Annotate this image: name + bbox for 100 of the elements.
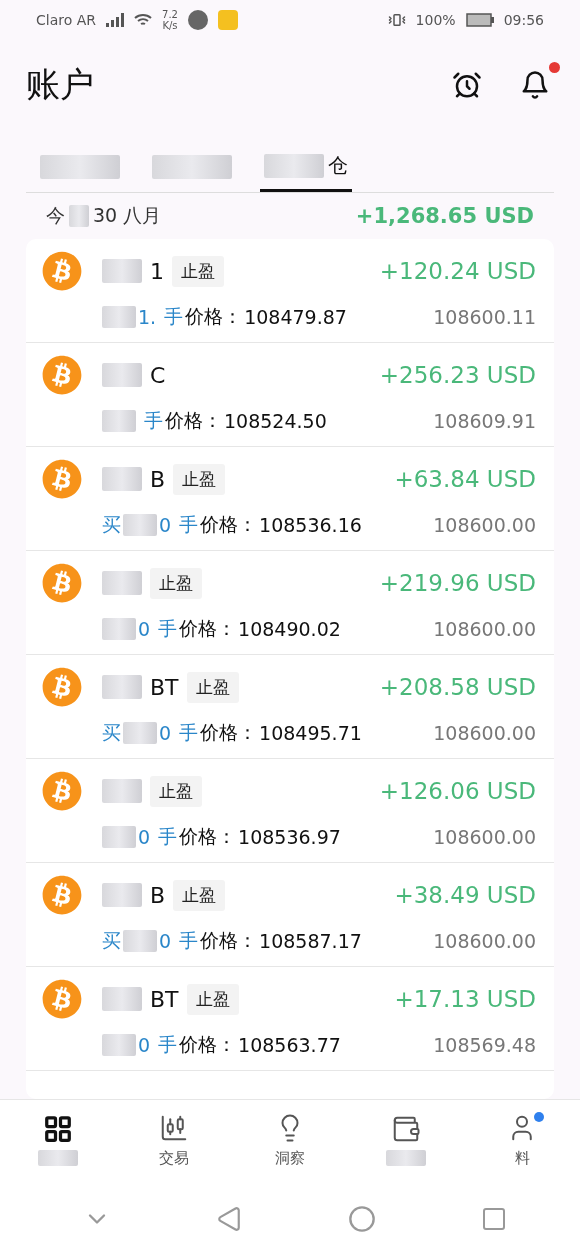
open-price: 108587.17 xyxy=(259,930,362,952)
lot-unit: 手 xyxy=(158,824,178,849)
pixelated-blur xyxy=(102,571,142,595)
pixelated-blur xyxy=(123,722,157,744)
open-price: 108563.77 xyxy=(238,1034,341,1056)
lot-size: 0 xyxy=(159,722,172,744)
nav-tab[interactable]: 料 xyxy=(464,1100,580,1180)
trade-side: 买 xyxy=(102,928,121,953)
pixelated-blur xyxy=(264,153,324,178)
position-row[interactable]: BT 止盈 +208.58 USD 买 0 手价格：108495.71 108600.00 xyxy=(26,655,554,759)
symbol-name: BT xyxy=(150,986,179,1012)
open-price: 108495.71 xyxy=(259,722,362,744)
lot-size: 0 xyxy=(159,514,172,536)
take-profit-tag: 止盈 xyxy=(186,671,239,703)
lot-unit: 手 xyxy=(158,1032,178,1057)
current-price: 108600.00 xyxy=(433,514,536,536)
profit-amount: +208.58 USD xyxy=(379,674,536,700)
pixelated-blur xyxy=(102,618,136,640)
pixelated-blur xyxy=(102,410,136,432)
app-notification-icon xyxy=(187,10,208,30)
symbol-name: 1 xyxy=(150,258,164,284)
take-profit-tag: 止盈 xyxy=(150,567,202,599)
lot-unit: 手 xyxy=(179,512,199,537)
date-label: 今 xyxy=(46,203,65,228)
symbol-name: C xyxy=(150,362,166,388)
network-speed: 7.2 K/s xyxy=(162,9,178,31)
date-label: 30 八月 xyxy=(93,203,162,228)
lot-unit: 手 xyxy=(179,720,199,745)
price-label: 价格： xyxy=(200,928,258,953)
position-row[interactable]: B 止盈 +38.49 USD 买 0 手价格：108587.17 108600.00 xyxy=(26,863,554,967)
pixelated-blur xyxy=(123,514,157,536)
take-profit-tag: 止盈 xyxy=(173,463,226,495)
mail-icon xyxy=(217,10,238,30)
pixelated-blur xyxy=(102,306,136,328)
position-row[interactable]: B 止盈 +63.84 USD 买 0 手价格：108536.16 108600.00 xyxy=(26,447,554,551)
signal-icon xyxy=(106,13,124,27)
lot-unit: 手 xyxy=(164,304,184,329)
battery-icon xyxy=(465,13,494,27)
current-price: 108600.00 xyxy=(433,930,536,952)
take-profit-tag: 止盈 xyxy=(173,879,226,911)
pixelated-blur xyxy=(102,987,142,1011)
pixelated-blur xyxy=(102,1034,136,1056)
lot-unit: 手 xyxy=(179,928,199,953)
open-price: 108490.02 xyxy=(238,618,341,640)
lot-size: 0 xyxy=(138,618,151,640)
pixelated-blur xyxy=(102,675,142,699)
price-label: 价格： xyxy=(179,1032,237,1057)
profit-amount: +219.96 USD xyxy=(379,570,536,596)
grid-icon xyxy=(43,1114,73,1144)
current-price: 108609.91 xyxy=(433,410,536,432)
nav-tab[interactable]: 洞察 xyxy=(232,1100,348,1180)
symbol-name: B xyxy=(150,466,166,492)
current-price: 108600.00 xyxy=(433,722,536,744)
current-price: 108569.48 xyxy=(433,1034,536,1056)
position-row[interactable]: 止盈 +219.96 USD 0 手价格：108490.02 108600.00 xyxy=(26,551,554,655)
page-title: 账户 xyxy=(26,63,94,106)
lot-size: 0 xyxy=(159,930,172,952)
position-row[interactable]: 1 止盈 +120.24 USD 1. 手价格：108479.87 108600.11 xyxy=(26,239,554,343)
total-profit: +1,268.65 USD xyxy=(355,204,534,228)
price-label: 价格： xyxy=(179,616,237,641)
position-row[interactable]: 止盈 +126.06 USD 0 手价格：108536.97 108600.00 xyxy=(26,759,554,863)
price-label: 价格： xyxy=(200,512,258,537)
take-profit-tag: 止盈 xyxy=(172,255,224,287)
take-profit-tag: 止盈 xyxy=(186,983,239,1015)
lot-unit: 手 xyxy=(158,616,178,641)
pixelated-blur xyxy=(102,826,136,848)
pixelated-blur xyxy=(123,930,157,952)
pixelated-blur xyxy=(38,1150,78,1166)
open-price: 108479.87 xyxy=(244,306,347,328)
wifi-icon xyxy=(134,13,152,27)
position-row[interactable]: BT 止盈 +17.13 USD 0 手价格：108563.77 108569.48 xyxy=(26,967,554,1071)
nav-tab[interactable]: 交易 xyxy=(116,1100,232,1180)
price-label: 价格： xyxy=(179,824,237,849)
pixelated-blur xyxy=(102,883,142,907)
pixelated-blur xyxy=(102,467,142,491)
clock-time: 09:56 xyxy=(503,12,544,28)
lot-size: 0 xyxy=(138,826,151,848)
pixelated-blur xyxy=(69,205,89,227)
lot-size: 1. xyxy=(138,306,157,328)
pixelated-blur xyxy=(102,779,142,803)
open-price: 108536.97 xyxy=(238,826,341,848)
open-price: 108524.50 xyxy=(224,410,327,432)
trade-side: 买 xyxy=(102,512,121,537)
profit-amount: +120.24 USD xyxy=(379,258,536,284)
position-row[interactable]: C +256.23 USD 手价格：108524.50 108609.91 xyxy=(26,343,554,447)
profit-amount: +63.84 USD xyxy=(394,466,536,492)
take-profit-tag: 止盈 xyxy=(150,775,202,807)
current-price: 108600.00 xyxy=(433,618,536,640)
pixelated-blur xyxy=(102,259,142,283)
symbol-name: BT xyxy=(150,674,179,700)
lot-size: 0 xyxy=(138,1034,151,1056)
price-label: 价格： xyxy=(165,408,222,433)
tab[interactable]: 仓 xyxy=(260,152,352,192)
profit-amount: +38.49 USD xyxy=(394,882,536,908)
symbol-name: B xyxy=(150,882,166,908)
pixelated-blur xyxy=(102,363,142,387)
current-price: 108600.11 xyxy=(433,306,536,328)
current-price: 108600.00 xyxy=(433,826,536,848)
price-label: 价格： xyxy=(185,304,243,329)
profit-amount: +17.13 USD xyxy=(394,986,536,1012)
